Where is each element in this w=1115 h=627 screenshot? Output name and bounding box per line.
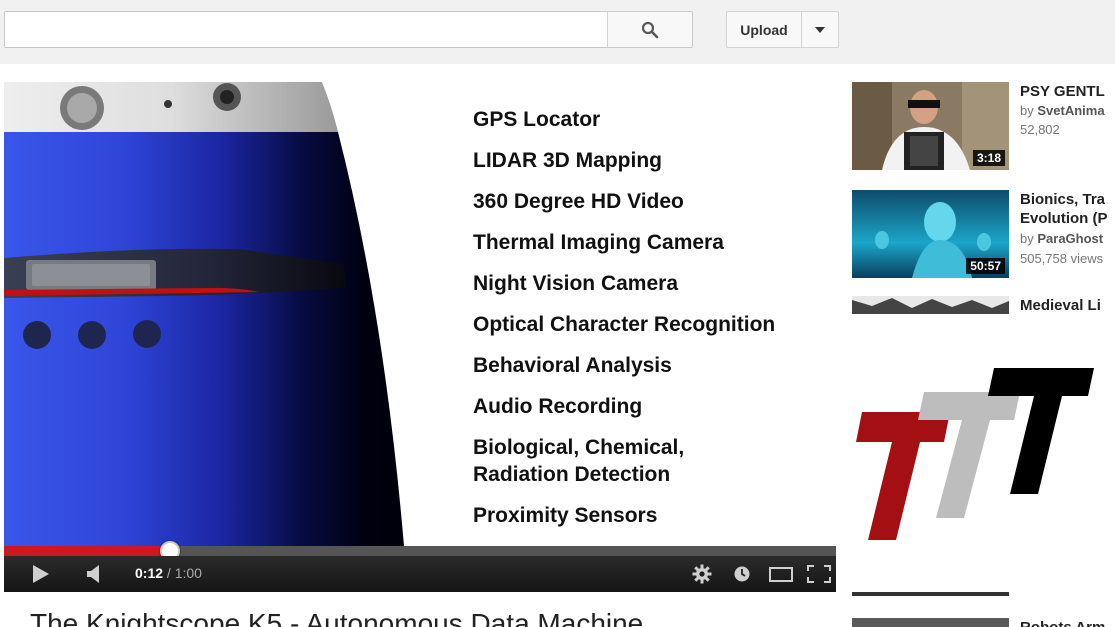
upload-button[interactable]: Upload	[726, 11, 801, 48]
play-icon	[33, 565, 49, 583]
current-time: 0:12	[135, 565, 164, 581]
volume-button[interactable]	[86, 564, 102, 584]
robot-image	[4, 82, 404, 546]
video-thumbnail[interactable]: 3:18	[852, 82, 1009, 170]
feature-item: GPS Locator	[473, 108, 601, 131]
masthead: Upload	[0, 0, 1115, 62]
channel-prefix: by	[1020, 231, 1034, 246]
fullscreen-button[interactable]	[806, 564, 832, 584]
video-duration: 3:18	[972, 150, 1005, 166]
thumbnail-image	[852, 296, 1009, 314]
view-count: 505,758 views	[1020, 251, 1104, 266]
theater-mode-button[interactable]	[768, 564, 794, 584]
view-count: 52,802	[1020, 122, 1060, 137]
player-controls: 0:12 / 1:00	[4, 556, 836, 592]
upload-menu-button[interactable]	[801, 11, 839, 48]
channel-line: by ParaGhost	[1020, 228, 1115, 250]
duration: 1:00	[174, 565, 202, 581]
video-thumbnail[interactable]: 50:57	[852, 190, 1009, 278]
ttt-logo	[856, 368, 1094, 540]
video-frame[interactable]: GPS Locator LIDAR 3D Mapping 360 Degree …	[4, 82, 836, 546]
feature-item: Behavioral Analysis	[473, 354, 672, 377]
search-box	[4, 11, 693, 48]
gear-icon	[692, 564, 712, 584]
settings-button[interactable]	[692, 564, 712, 584]
video-title: The Knightscope K5 - Autonomous Data Mac…	[30, 608, 644, 627]
related-video-item[interactable]	[852, 592, 1115, 598]
feature-list: GPS Locator LIDAR 3D Mapping 360 Degree …	[473, 106, 833, 543]
volume-icon	[87, 565, 99, 583]
feature-item: 360 Degree HD Video	[473, 190, 684, 213]
theater-mode-icon	[769, 567, 793, 582]
time-separator: /	[166, 565, 171, 581]
related-video-title-line2[interactable]: Evolution (P	[1020, 209, 1115, 228]
video-meta: Bionics, Tra Evolution (P by ParaGhost 5…	[1020, 190, 1115, 268]
related-video-item[interactable]: 3:18 PSY GENTL by SvetAnima 52,802	[852, 82, 1115, 170]
feature-item: Night Vision Camera	[473, 272, 678, 295]
page: Upload GPS Locator LIDAR 3D Mapping 360 …	[0, 0, 1115, 627]
related-video-title[interactable]: PSY GENTL	[1020, 82, 1115, 101]
play-button[interactable]	[30, 564, 50, 584]
video-meta: Robots Arm	[1020, 618, 1115, 627]
upload-group: Upload	[726, 11, 839, 48]
video-duration: 50:57	[966, 258, 1005, 274]
video-thumbnail[interactable]	[852, 296, 1009, 314]
clock-icon	[734, 566, 750, 582]
search-icon	[641, 21, 659, 38]
watch-later-button[interactable]	[733, 564, 751, 584]
video-meta: PSY GENTL by SvetAnima 52,802	[1020, 82, 1115, 139]
related-video-title[interactable]: Bionics, Tra	[1020, 190, 1115, 209]
feature-item: Biological, Chemical, Radiation Detectio…	[473, 436, 685, 486]
channel-line: by SvetAnima	[1020, 101, 1115, 121]
related-video-item[interactable]: Medieval Li	[852, 296, 1115, 314]
related-video-item[interactable]: Robots Arm	[852, 618, 1115, 627]
feature-item: Audio Recording	[473, 395, 643, 418]
related-video-title[interactable]: Medieval Li	[1020, 296, 1115, 315]
feature-item: Thermal Imaging Camera	[473, 231, 724, 254]
video-player[interactable]: GPS Locator LIDAR 3D Mapping 360 Degree …	[4, 82, 836, 592]
channel-name[interactable]: ParaGhost	[1037, 231, 1103, 246]
video-meta: Medieval Li	[1020, 296, 1115, 315]
video-thumbnail[interactable]	[852, 618, 1009, 627]
search-input[interactable]	[5, 12, 607, 47]
related-video-title[interactable]: Robots Arm	[1020, 618, 1115, 627]
video-thumbnail[interactable]	[852, 592, 1009, 596]
channel-name[interactable]: SvetAnima	[1037, 103, 1104, 118]
time-display: 0:12 / 1:00	[135, 565, 202, 581]
progress-bar[interactable]	[4, 541, 836, 561]
feature-item: LIDAR 3D Mapping	[473, 149, 662, 172]
fullscreen-icon	[807, 565, 831, 583]
caret-down-icon	[815, 26, 825, 33]
channel-prefix: by	[1020, 103, 1034, 118]
feature-item: Proximity Sensors	[473, 504, 658, 527]
feature-item: Optical Character Recognition	[473, 313, 776, 336]
progress-played	[4, 546, 171, 556]
search-button[interactable]	[607, 12, 692, 47]
related-video-item[interactable]: 50:57 Bionics, Tra Evolution (P by ParaG…	[852, 190, 1115, 278]
